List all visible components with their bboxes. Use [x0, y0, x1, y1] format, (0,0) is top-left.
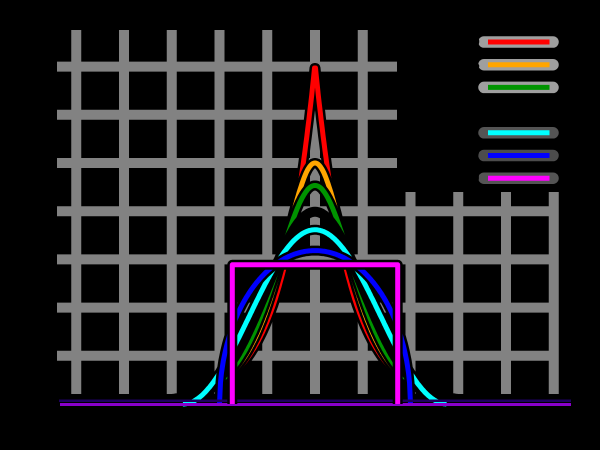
x-tick-label: 2: [403, 410, 411, 425]
y-tick-label: 0.1: [31, 349, 52, 364]
x-tick-label: -1: [258, 410, 271, 425]
x-tick-label: 4: [499, 410, 507, 425]
x-tick-label: -2: [210, 410, 223, 425]
legend-label-s: S: [472, 58, 480, 73]
legend-label-w: W: [467, 149, 480, 164]
chart-svg: -5-4-3-2-1012345-5-4-3-2-101234500.10.20…: [0, 0, 600, 450]
x-tick-label: -3: [162, 17, 175, 32]
x-tick-label: -4: [115, 17, 128, 32]
x-tick-label: 1: [356, 17, 364, 32]
y-tick-label: 0.5: [31, 157, 52, 172]
x-tick-label: 0: [308, 410, 316, 425]
legend-box: DSLNCWU: [397, 27, 592, 192]
x-tick-label: 5: [547, 410, 555, 425]
x-tick-label: -5: [67, 410, 80, 425]
x-tick-label: -2: [210, 17, 223, 32]
kurtosis-pdf-chart: -5-4-3-2-1012345-5-4-3-2-101234500.10.20…: [0, 0, 600, 450]
y-tick-label: 0.7: [31, 60, 52, 75]
legend-label-n: N: [470, 104, 480, 119]
y-tick-label: 0.2: [31, 301, 52, 316]
x-tick-label: 0: [308, 17, 316, 32]
y-tick-label: 0.4: [562, 205, 583, 220]
x-tick-label: -4: [115, 410, 128, 425]
y-tick-label: 0.1: [562, 349, 583, 364]
x-tick-label: -5: [67, 17, 80, 32]
y-tick-label: 0.6: [31, 108, 52, 123]
legend-label-l: L: [473, 81, 481, 96]
x-tick-label: -1: [258, 17, 271, 32]
y-tick-label: 0: [44, 398, 52, 413]
y-tick-label: 0.3: [562, 253, 583, 268]
x-tick-label: 1: [356, 410, 364, 425]
legend-label-c: C: [471, 126, 480, 141]
y-tick-label: 0.4: [31, 205, 52, 220]
y-tick-label: 0.3: [31, 253, 52, 268]
legend-label-d: D: [470, 36, 480, 51]
legend-label-u: U: [470, 172, 480, 187]
x-tick-label: -3: [162, 410, 175, 425]
x-tick-label: 3: [451, 410, 459, 425]
y-tick-label: 0.2: [562, 301, 583, 316]
